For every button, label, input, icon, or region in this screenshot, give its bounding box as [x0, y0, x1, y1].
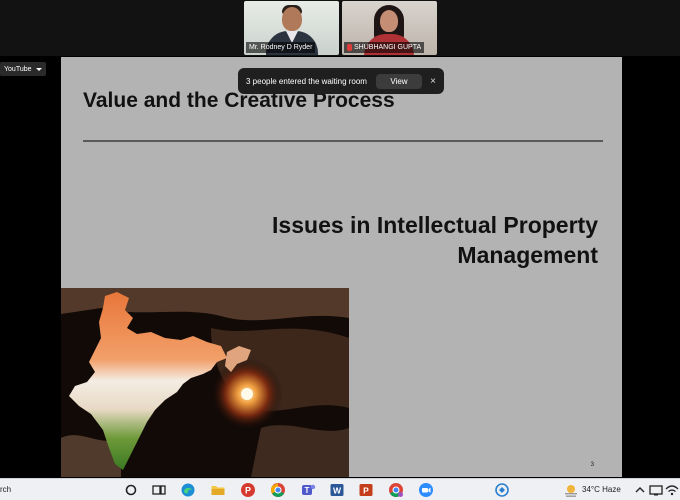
participant-video-tile[interactable]: SHUBHANGI GUPTA	[342, 1, 437, 55]
svg-text:W: W	[333, 486, 342, 496]
chrome-profile-icon[interactable]	[388, 482, 404, 498]
india-map-image	[61, 288, 349, 477]
powerpoint-icon[interactable]: P	[358, 482, 374, 498]
participant-name-tag: Mr. Rodney D Ryder	[246, 42, 316, 53]
pdf-app-icon[interactable]: P	[240, 482, 256, 498]
view-waiting-room-button[interactable]: View	[376, 73, 422, 89]
slide-divider	[83, 140, 603, 142]
edge-icon[interactable]	[180, 482, 196, 498]
cortana-icon[interactable]	[123, 482, 139, 498]
participant-name-tag: SHUBHANGI GUPTA	[344, 42, 425, 53]
svg-text:P: P	[363, 486, 369, 496]
view-dropdown[interactable]: YouTube	[0, 62, 46, 76]
participant-name: SHUBHANGI GUPTA	[354, 44, 422, 51]
shared-slide: Value and the Creative Process Issues in…	[61, 57, 622, 477]
participant-head	[380, 10, 398, 32]
svg-text:T: T	[305, 486, 310, 495]
taskbar: rch P T W P 34°C Haze	[0, 478, 680, 500]
india-map-graphic	[61, 288, 349, 477]
close-icon[interactable]: ×	[428, 76, 438, 87]
video-gallery: Mr. Rodney D Ryder SHUBHANGI GUPTA	[0, 0, 680, 56]
waiting-room-notification: 3 people entered the waiting room View ×	[238, 68, 444, 94]
participant-video-tile[interactable]: Mr. Rodney D Ryder	[244, 1, 339, 55]
view-dropdown-label: YouTube	[4, 65, 32, 73]
zoom-icon[interactable]	[418, 482, 434, 498]
participant-head	[282, 7, 302, 31]
chevron-up-icon[interactable]	[632, 482, 648, 498]
participant-name: Mr. Rodney D Ryder	[249, 44, 313, 51]
file-explorer-icon[interactable]	[210, 482, 226, 498]
slide-page-number: 3	[590, 462, 594, 468]
svg-text:P: P	[245, 486, 251, 496]
weather-text[interactable]: 34°C Haze	[582, 485, 621, 494]
display-icon[interactable]	[648, 482, 664, 498]
wifi-icon[interactable]	[664, 482, 680, 498]
teams-icon[interactable]: T	[300, 482, 316, 498]
taskbar-search[interactable]: rch	[0, 485, 11, 494]
notification-message: 3 people entered the waiting room	[246, 76, 367, 86]
slide-subtitle: Issues in Intellectual Property Manageme…	[272, 212, 598, 268]
task-view-icon[interactable]	[151, 482, 167, 498]
network-app-icon[interactable]	[494, 482, 510, 498]
chevron-down-icon	[35, 67, 42, 71]
muted-mic-icon	[347, 44, 352, 51]
word-icon[interactable]: W	[329, 482, 345, 498]
chrome-icon[interactable]	[270, 482, 286, 498]
weather-haze-icon	[565, 485, 577, 497]
